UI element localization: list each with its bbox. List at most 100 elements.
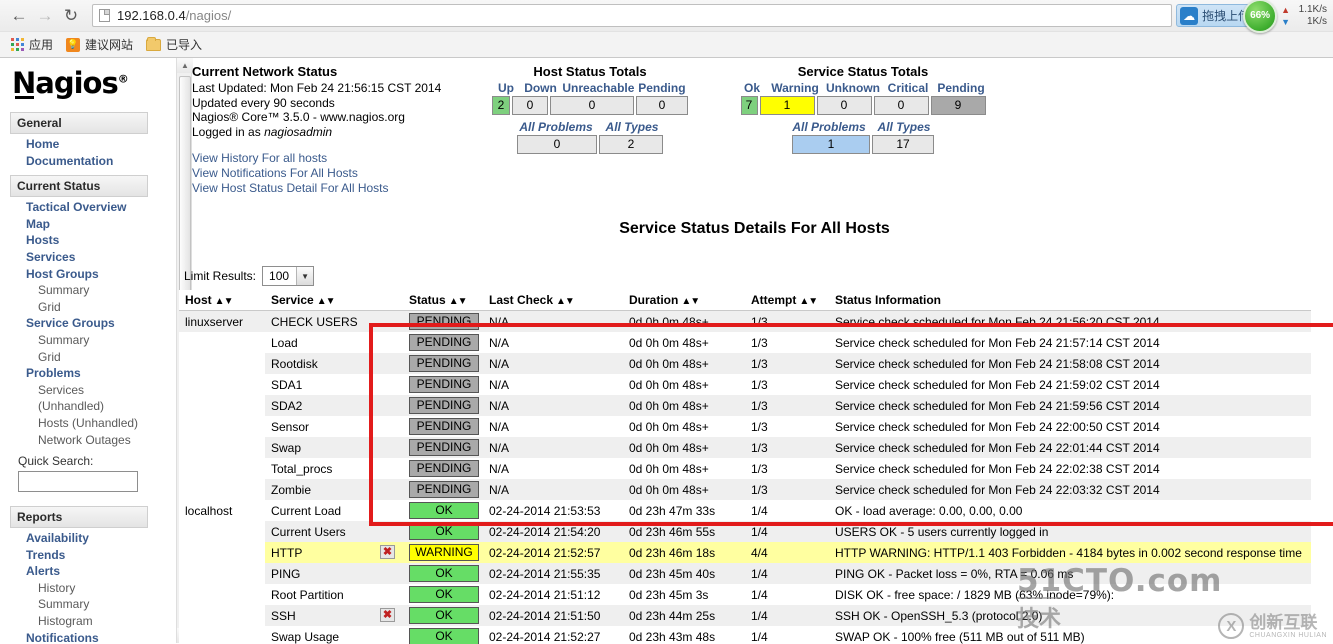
sidebar-item-servicegroups-summary[interactable]: Summary — [0, 332, 176, 349]
page-document-icon — [99, 9, 110, 22]
cell-service[interactable]: SSH ✖ — [265, 605, 403, 626]
column-header-last-check[interactable]: Last Check ▲▼ — [483, 290, 623, 311]
host-total-unreachable[interactable]: 0 — [550, 96, 634, 115]
sidebar-item-service-groups[interactable]: Service Groups — [0, 315, 176, 332]
sidebar-item-hosts[interactable]: Hosts — [0, 232, 176, 249]
host-totals-header-pending[interactable]: Pending — [636, 81, 688, 95]
sidebar-item-home[interactable]: Home — [0, 136, 176, 153]
cell-service[interactable]: SDA1 — [265, 374, 403, 395]
quick-search-input[interactable] — [18, 471, 138, 493]
sidebar-item-alerts[interactable]: Alerts — [0, 563, 176, 580]
host-all-problems-value[interactable]: 0 — [517, 135, 597, 154]
service-totals-header-warning[interactable]: Warning — [766, 81, 824, 95]
link-view-host-status-detail[interactable]: View Host Status Detail For All Hosts — [192, 181, 492, 196]
cell-service[interactable]: Swap Usage — [265, 626, 403, 644]
sidebar-item-host-groups[interactable]: Host Groups — [0, 266, 176, 283]
logo-underline — [15, 96, 34, 99]
cell-service[interactable]: SDA2 — [265, 395, 403, 416]
cell-duration: 0d 0h 0m 48s+ — [623, 395, 745, 416]
cell-service[interactable]: Total_procs — [265, 458, 403, 479]
sidebar-item-alerts-summary[interactable]: Summary — [0, 596, 176, 613]
sidebar-item-hostgroups-summary[interactable]: Summary — [0, 282, 176, 299]
cell-last-check: 02-24-2014 21:51:50 — [483, 605, 623, 626]
chevron-down-icon[interactable]: ▼ — [296, 267, 314, 285]
link-view-notifications[interactable]: View Notifications For All Hosts — [192, 166, 492, 181]
column-header-service[interactable]: Service ▲▼ — [265, 290, 403, 311]
column-header-duration[interactable]: Duration ▲▼ — [623, 290, 745, 311]
column-header-attempt[interactable]: Attempt ▲▼ — [745, 290, 829, 311]
sort-arrows-icon[interactable]: ▲▼ — [681, 296, 700, 307]
sidebar-item-hostgroups-grid[interactable]: Grid — [0, 299, 176, 316]
host-totals-header-down[interactable]: Down — [520, 81, 561, 95]
host-total-down[interactable]: 0 — [512, 96, 548, 115]
cell-status-information: Service check scheduled for Mon Feb 24 2… — [829, 479, 1311, 500]
cell-service[interactable]: Root Partition — [265, 584, 403, 605]
sidebar-item-tactical-overview[interactable]: Tactical Overview — [0, 199, 176, 216]
cell-service[interactable]: CHECK USERS — [265, 310, 403, 332]
service-total-pending[interactable]: 9 — [930, 96, 986, 115]
sidebar-item-problems-hosts-unhandled[interactable]: Hosts (Unhandled) — [0, 415, 176, 432]
cell-service[interactable]: Sensor — [265, 416, 403, 437]
sidebar-item-alerts-history[interactable]: History — [0, 580, 176, 597]
service-all-problems-value[interactable]: 1 — [792, 135, 870, 154]
cell-last-check: N/A — [483, 479, 623, 500]
sidebar-item-problems-unhandled[interactable]: (Unhandled) — [0, 398, 176, 415]
limit-results-select[interactable]: 100 ▼ — [262, 266, 315, 286]
service-total-warning[interactable]: 1 — [759, 96, 815, 115]
column-header-status[interactable]: Status ▲▼ — [403, 290, 483, 311]
forward-arrow-icon[interactable]: → — [32, 3, 58, 29]
sidebar-item-problems[interactable]: Problems — [0, 365, 176, 382]
service-total-unknown[interactable]: 0 — [816, 96, 872, 115]
bookmark-suggested-sites[interactable]: 💡 建议网站 — [63, 34, 139, 55]
nagios-logo[interactable]: Nagios® — [0, 58, 176, 106]
cell-service[interactable]: Rootdisk — [265, 353, 403, 374]
cell-service[interactable]: Zombie — [265, 479, 403, 500]
link-view-history[interactable]: View History For all hosts — [192, 151, 492, 166]
cell-service[interactable]: Swap — [265, 437, 403, 458]
sort-arrows-icon[interactable]: ▲▼ — [215, 296, 234, 307]
cell-service[interactable]: Current Users — [265, 521, 403, 542]
bookmark-imported[interactable]: 已导入 — [143, 34, 208, 55]
reload-icon[interactable]: ↻ — [58, 3, 84, 29]
service-totals-header-ok[interactable]: Ok — [738, 81, 766, 95]
host-all-types-value[interactable]: 2 — [599, 135, 663, 154]
column-header-host[interactable]: Host ▲▼ — [179, 290, 265, 311]
network-speed-widget[interactable]: 66% ▲ 1.1K/s ▼ 1K/s — [1243, 0, 1327, 33]
sort-arrows-icon[interactable]: ▲▼ — [449, 296, 468, 307]
host-total-up[interactable]: 2 — [492, 96, 510, 115]
sort-arrows-icon[interactable]: ▲▼ — [556, 296, 575, 307]
sidebar-item-network-outages[interactable]: Network Outages — [0, 432, 176, 449]
sidebar-item-trends[interactable]: Trends — [0, 547, 176, 564]
sidebar-item-map[interactable]: Map — [0, 216, 176, 233]
sidebar-item-documentation[interactable]: Documentation — [0, 153, 176, 170]
sidebar-item-services[interactable]: Services — [0, 249, 176, 266]
host-totals-header-unreachable[interactable]: Unreachable — [561, 81, 636, 95]
cell-service[interactable]: Load — [265, 332, 403, 353]
cell-service[interactable]: PING — [265, 563, 403, 584]
cell-service[interactable]: HTTP ✖ — [265, 542, 403, 563]
service-totals-header-pending[interactable]: Pending — [934, 81, 988, 95]
cell-host[interactable]: linuxserver — [179, 310, 265, 332]
bookmarks-bar: 应用 💡 建议网站 已导入 — [0, 31, 1333, 57]
service-total-critical[interactable]: 0 — [873, 96, 929, 115]
sort-arrows-icon[interactable]: ▲▼ — [317, 296, 336, 307]
bookmark-apps[interactable]: 应用 — [8, 34, 59, 55]
sort-arrows-icon[interactable]: ▲▼ — [799, 296, 818, 307]
address-bar[interactable]: 192.168.0.4/nagios/ — [92, 4, 1173, 27]
status-badge: OK — [409, 628, 479, 644]
cell-service[interactable]: Current Load — [265, 500, 403, 521]
sidebar-item-notifications[interactable]: Notifications — [0, 630, 176, 643]
sidebar-item-availability[interactable]: Availability — [0, 530, 176, 547]
host-total-pending[interactable]: 0 — [636, 96, 688, 115]
sidebar-item-alerts-histogram[interactable]: Histogram — [0, 613, 176, 630]
sidebar-item-problems-services[interactable]: Services — [0, 382, 176, 399]
service-all-types-value[interactable]: 17 — [872, 135, 934, 154]
cell-host[interactable]: localhost — [179, 500, 265, 521]
cell-status: PENDING — [403, 395, 483, 416]
host-totals-header-up[interactable]: Up — [492, 81, 520, 95]
service-total-ok[interactable]: 7 — [740, 96, 758, 115]
service-totals-header-critical[interactable]: Critical — [882, 81, 934, 95]
service-totals-header-unknown[interactable]: Unknown — [824, 81, 882, 95]
sidebar-item-servicegroups-grid[interactable]: Grid — [0, 349, 176, 366]
back-arrow-icon[interactable]: ← — [6, 3, 32, 29]
